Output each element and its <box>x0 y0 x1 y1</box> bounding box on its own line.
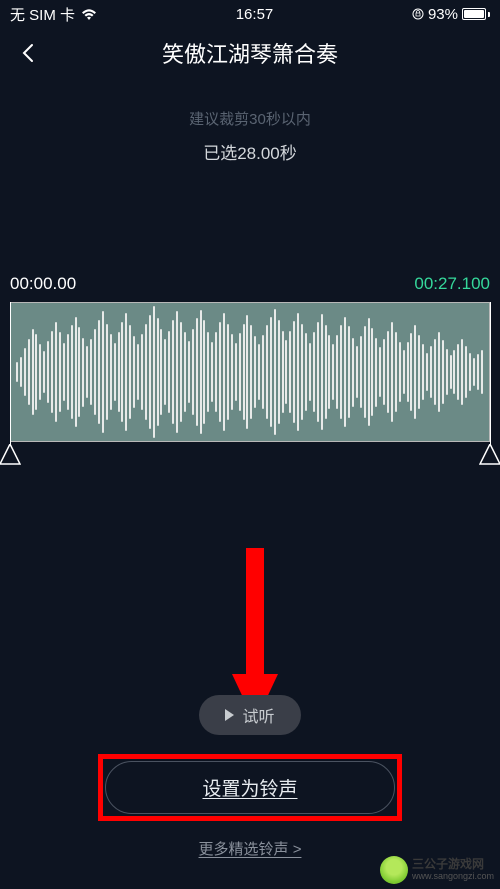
rotation-lock-icon <box>412 8 424 20</box>
waveform-section: 00:00.00 00:27.100 <box>0 274 500 442</box>
status-left: 无 SIM 卡 <box>10 4 97 25</box>
trim-handle-left[interactable] <box>0 444 21 468</box>
watermark-logo-icon <box>380 856 408 884</box>
end-time: 00:27.100 <box>414 274 490 294</box>
battery-icon <box>462 8 490 20</box>
battery-percent: 93% <box>428 6 458 23</box>
waveform[interactable] <box>10 302 490 442</box>
play-icon <box>225 709 234 721</box>
sim-status: 无 SIM 卡 <box>10 4 75 25</box>
back-button[interactable] <box>16 41 40 65</box>
page-title: 笑傲江湖琴箫合奏 <box>162 37 338 69</box>
watermark: 三公子游戏网 www.sangongzi.com <box>380 856 494 884</box>
bottom-actions: 试听 设置为铃声 更多精选铃声 > <box>0 695 500 859</box>
trim-hint: 建议裁剪30秒以内 <box>0 108 500 129</box>
wifi-icon <box>81 8 97 20</box>
preview-label: 试听 <box>242 703 274 727</box>
status-right: 93% <box>412 6 490 23</box>
set-ringtone-label: 设置为铃声 <box>202 779 297 800</box>
preview-button[interactable]: 试听 <box>199 695 300 735</box>
status-bar: 无 SIM 卡 16:57 93% <box>0 0 500 28</box>
navigation-bar: 笑傲江湖琴箫合奏 <box>0 28 500 78</box>
time-labels: 00:00.00 00:27.100 <box>0 274 500 294</box>
watermark-name: 三公子游戏网 <box>412 858 494 871</box>
trim-handle-right[interactable] <box>479 444 500 468</box>
trim-info: 建议裁剪30秒以内 已选28.00秒 <box>0 108 500 164</box>
set-ringtone-button[interactable]: 设置为铃声 <box>105 761 395 814</box>
selected-duration: 已选28.00秒 <box>0 139 500 164</box>
clock: 16:57 <box>236 6 274 23</box>
start-time: 00:00.00 <box>10 274 76 294</box>
watermark-url: www.sangongzi.com <box>412 872 494 882</box>
